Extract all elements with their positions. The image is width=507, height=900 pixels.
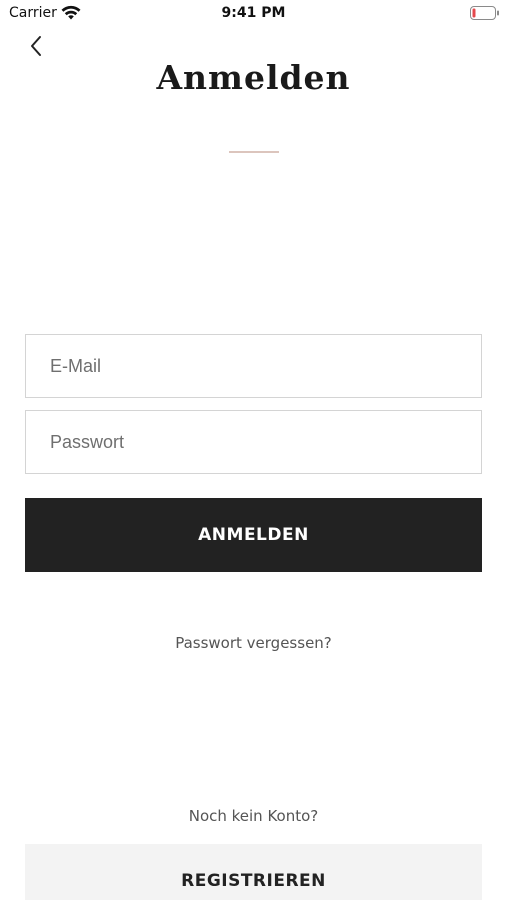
password-field[interactable] [25,410,482,474]
no-account-label: Noch kein Konto? [188,807,319,825]
login-button-label: ANMELDEN [198,525,309,545]
back-button[interactable] [22,32,50,60]
chevron-left-icon [31,36,41,56]
page-title: Anmelden [156,58,351,97]
battery-low-icon [470,6,499,20]
login-screen: Carrier 9:41 PM Anmelden ANMELDEN Passwo… [0,0,507,900]
login-button[interactable]: ANMELDEN [25,498,482,572]
status-time: 9:41 PM [221,5,286,21]
register-button-label: REGISTRIEREN [181,871,326,891]
forgot-password-link[interactable]: Passwort vergessen? [0,634,507,652]
status-bar: Carrier 9:41 PM [0,0,507,28]
register-button[interactable]: REGISTRIEREN [25,844,482,900]
email-field[interactable] [25,334,482,398]
title-divider [229,151,279,153]
